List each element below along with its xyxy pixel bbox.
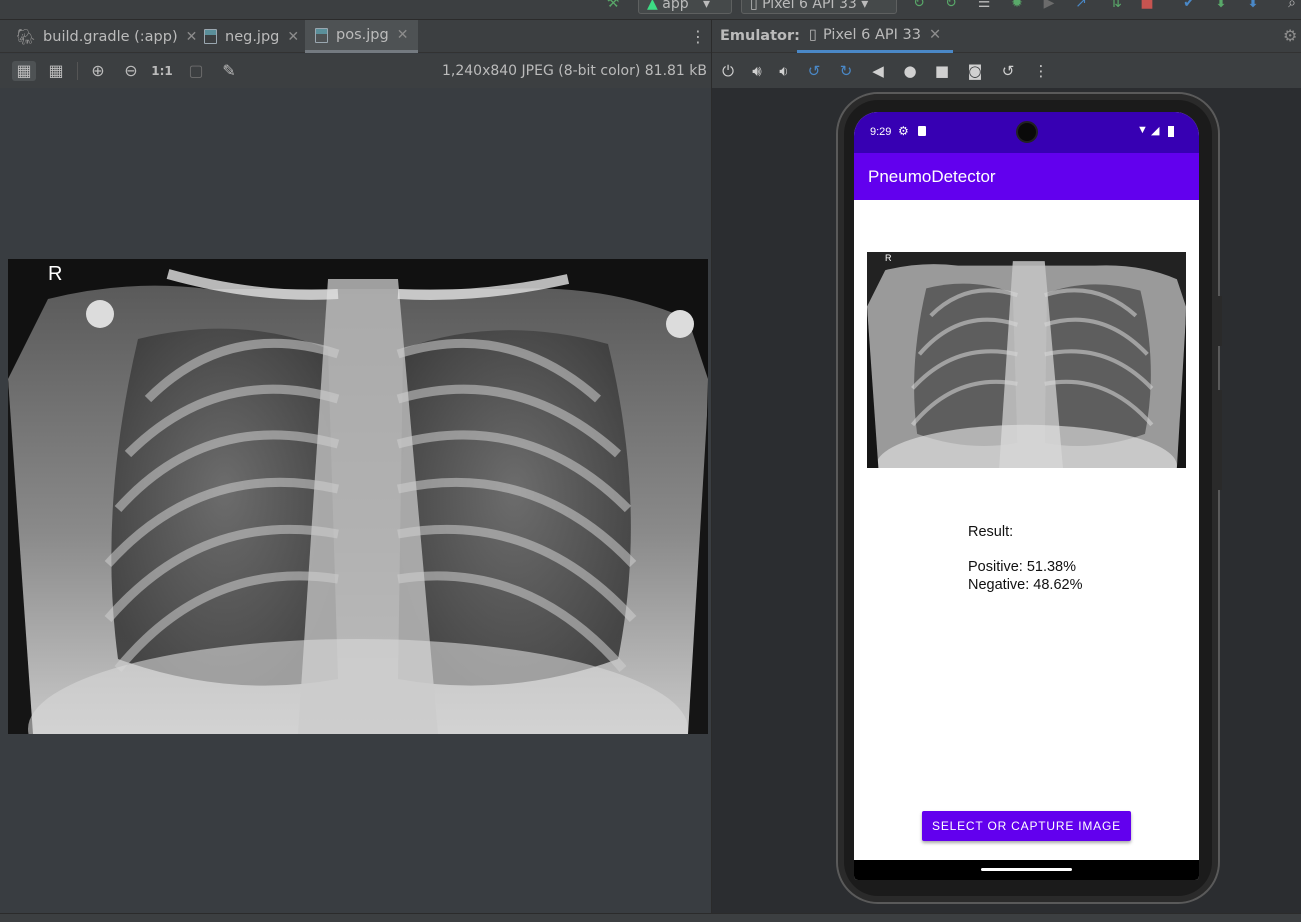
rotate-left-icon[interactable]: ↺ bbox=[803, 61, 825, 81]
xray-marker: R bbox=[885, 253, 892, 263]
gradle-sync-icon[interactable]: ⬇ bbox=[1244, 0, 1262, 10]
back-icon[interactable]: ◀ bbox=[867, 61, 889, 81]
emulator-toolbar: ⏻ 🔊︎ 🔉︎ ↺ ↻ ◀ ● ■ ◙ ↺ ⋮ bbox=[712, 54, 1301, 88]
xray-image: R bbox=[8, 259, 708, 734]
camera-icon[interactable]: ◙ bbox=[964, 61, 986, 81]
run-config-select[interactable]: ▲ app ▾ bbox=[638, 0, 732, 14]
actual-size-button[interactable]: 1:1 bbox=[150, 61, 174, 81]
bottom-tool-bar bbox=[0, 913, 1301, 922]
run-icon[interactable]: ↻ bbox=[910, 0, 928, 10]
editor-tabs: 🐘︎ build.gradle (:app) ✕ neg.jpg ✕ pos.j… bbox=[0, 20, 711, 53]
tab-label: pos.jpg bbox=[336, 27, 389, 43]
stop-icon[interactable]: ■ bbox=[1138, 0, 1156, 10]
emulator-label: Emulator: bbox=[720, 28, 800, 44]
image-file-icon bbox=[204, 29, 217, 44]
front-camera bbox=[1016, 121, 1038, 143]
tab-label: build.gradle (:app) bbox=[43, 28, 178, 45]
signal-icon: ◢ bbox=[1151, 125, 1160, 137]
chevron-down-icon: ▾ bbox=[703, 0, 711, 12]
image-info: 1,240x840 JPEG (8-bit color) 81.81 kB bbox=[441, 63, 707, 79]
gear-icon[interactable]: ⚙ bbox=[1283, 26, 1297, 45]
negative-result: Negative: 48.62% bbox=[968, 577, 1083, 593]
device-manager-icon[interactable]: ✔ bbox=[1180, 0, 1198, 10]
status-time: 9:29 bbox=[870, 126, 892, 138]
phone-icon: ▯ bbox=[750, 0, 758, 12]
phone-screen[interactable]: 9:29 ⚙ ▼ ◢ PneumoDetector R Result: Posi… bbox=[854, 112, 1199, 880]
more-icon[interactable]: ⋮ bbox=[1030, 61, 1052, 81]
image-file-icon bbox=[315, 27, 328, 43]
close-icon[interactable]: ✕ bbox=[929, 27, 941, 43]
emulator-header: Emulator: ▯ Pixel 6 API 33 ✕ ⚙ bbox=[712, 20, 1301, 53]
settings-icon: ⚙ bbox=[898, 124, 909, 138]
tab-pos-jpg[interactable]: pos.jpg ✕ bbox=[305, 20, 419, 53]
divider bbox=[77, 62, 78, 80]
grid-icon[interactable]: ▦ bbox=[44, 61, 68, 81]
zoom-out-icon[interactable]: ⊖ bbox=[119, 61, 143, 81]
battery-icon bbox=[1168, 126, 1174, 137]
gradle-icon: 🐘︎ bbox=[16, 27, 36, 46]
xray-marker: R bbox=[48, 263, 63, 285]
run-config-label: app bbox=[662, 0, 689, 12]
fit-zoom-icon[interactable]: ▢ bbox=[184, 61, 208, 81]
device-label: Pixel 6 API 33 bbox=[762, 0, 857, 12]
sd-card-icon bbox=[918, 126, 926, 136]
status-bar: 9:29 ⚙ ▼ ◢ bbox=[854, 112, 1199, 153]
xray-thumbnail bbox=[867, 252, 1186, 468]
home-icon[interactable]: ● bbox=[899, 61, 921, 81]
main-toolbar: ⚒ ▲ app ▾ ▯ Pixel 6 API 33 ▾ ↻ ↻ ☰ ✹ ▶ ↗… bbox=[0, 0, 1301, 20]
snapshot-icon[interactable]: ↺ bbox=[997, 61, 1019, 81]
image-toolbar: ▦ ▦ ⊕ ⊖ 1:1 ▢ ✎ 1,240x840 JPEG (8-bit co… bbox=[0, 54, 711, 88]
hammer-icon[interactable]: ⚒ bbox=[604, 0, 622, 10]
power-icon[interactable]: ⏻ bbox=[717, 61, 739, 81]
sync-icon[interactable]: ⇅ bbox=[1107, 0, 1125, 10]
overview-icon[interactable]: ■ bbox=[931, 61, 953, 81]
tab-build-gradle[interactable]: 🐘︎ build.gradle (:app) ✕ bbox=[6, 20, 207, 53]
phone-icon: ▯ bbox=[809, 27, 817, 43]
close-icon[interactable]: ✕ bbox=[397, 27, 409, 43]
result-label: Result: bbox=[968, 524, 1014, 540]
chessboard-icon[interactable]: ▦ bbox=[12, 61, 36, 81]
tab-emulator-device[interactable]: ▯ Pixel 6 API 33 ✕ bbox=[797, 20, 954, 53]
coverage-icon[interactable]: ☰ bbox=[975, 0, 993, 10]
search-icon[interactable]: ⌕ bbox=[1283, 0, 1301, 10]
apply-changes-icon[interactable]: ↻ bbox=[942, 0, 960, 10]
xray-graphic bbox=[8, 259, 708, 734]
debug-icon[interactable]: ✹ bbox=[1008, 0, 1026, 10]
select-or-capture-button[interactable]: SELECT OR CAPTURE IMAGE bbox=[922, 811, 1131, 841]
attach-debugger-icon[interactable]: ↗ bbox=[1072, 0, 1090, 10]
volume-up-icon[interactable]: 🔊︎ bbox=[746, 61, 768, 81]
app-title: PneumoDetector bbox=[868, 167, 996, 186]
volume-down-icon[interactable]: 🔉︎ bbox=[773, 61, 795, 81]
tab-neg-jpg[interactable]: neg.jpg ✕ bbox=[194, 20, 309, 53]
home-gesture-pill[interactable] bbox=[981, 868, 1072, 871]
app-bar: PneumoDetector bbox=[854, 153, 1199, 200]
wifi-icon: ▼ bbox=[1137, 124, 1148, 136]
tab-label: Pixel 6 API 33 bbox=[822, 27, 921, 43]
color-picker-icon[interactable]: ✎ bbox=[217, 61, 241, 81]
sdk-manager-icon[interactable]: ⬇ bbox=[1212, 0, 1230, 10]
rotate-right-icon[interactable]: ↻ bbox=[835, 61, 857, 81]
android-icon: ▲ bbox=[647, 0, 658, 12]
phone-power-button[interactable] bbox=[1218, 296, 1222, 346]
phone-volume-button[interactable] bbox=[1218, 390, 1222, 490]
zoom-in-icon[interactable]: ⊕ bbox=[86, 61, 110, 81]
device-select[interactable]: ▯ Pixel 6 API 33 ▾ bbox=[741, 0, 897, 14]
chevron-down-icon: ▾ bbox=[861, 0, 869, 12]
close-icon[interactable]: ✕ bbox=[287, 29, 299, 45]
positive-result: Positive: 51.38% bbox=[968, 559, 1077, 575]
tab-label: neg.jpg bbox=[225, 28, 280, 45]
navigation-bar bbox=[854, 860, 1199, 880]
selected-xray-image: R bbox=[867, 252, 1186, 468]
profile-icon[interactable]: ▶ bbox=[1040, 0, 1058, 10]
